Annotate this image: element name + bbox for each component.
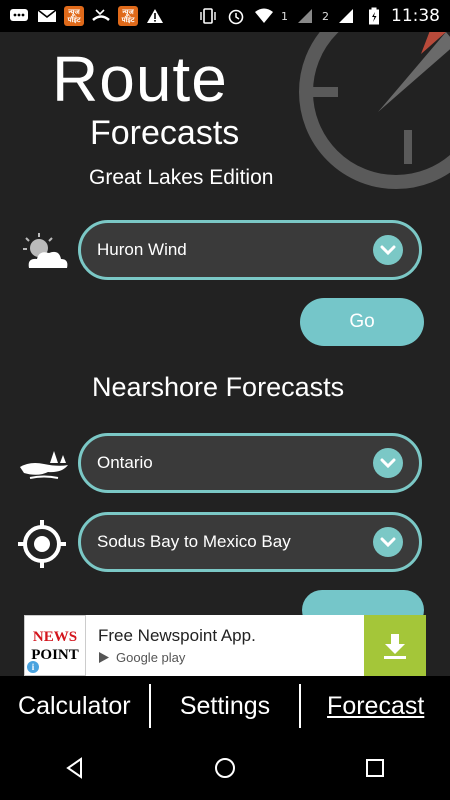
alarm-icon xyxy=(225,7,247,25)
missed-call-icon xyxy=(90,7,112,25)
partly-cloudy-icon xyxy=(20,230,72,274)
chevron-down-icon xyxy=(373,527,403,557)
wifi-icon xyxy=(253,7,275,25)
lake-dropdown[interactable]: Ontario xyxy=(78,433,422,493)
download-icon xyxy=(384,633,406,659)
app-title-line2: Forecasts xyxy=(90,114,240,152)
google-play-icon xyxy=(99,652,109,663)
lake-icon xyxy=(18,444,70,488)
signal-icon xyxy=(335,7,357,25)
app-title: Route xyxy=(52,43,228,115)
tab-calculator[interactable]: Calculator xyxy=(0,684,149,728)
warning-icon xyxy=(144,7,166,25)
vibrate-icon xyxy=(197,7,219,25)
ad-text: Free Newspoint App. Google play xyxy=(86,626,364,665)
chat-icon xyxy=(8,7,30,25)
info-icon[interactable]: i xyxy=(27,661,39,673)
chevron-down-icon xyxy=(373,235,403,265)
newspoint-badge-icon: न्यूज पॉइंट xyxy=(64,6,84,26)
recents-icon xyxy=(366,759,384,777)
home-icon xyxy=(215,758,235,778)
home-button[interactable] xyxy=(195,738,255,798)
mail-icon xyxy=(36,7,58,25)
lake-dropdown-value: Ontario xyxy=(97,453,153,472)
back-button[interactable] xyxy=(45,738,105,798)
newspoint-logo: NEWS POINT i xyxy=(24,615,86,676)
status-bar: न्यूज पॉइंट न्यूज पॉइंट 1 2 11:38 xyxy=(0,0,450,32)
zone-dropdown-value: Sodus Bay to Mexico Bay xyxy=(97,532,291,551)
nearshore-title: Nearshore Forecasts xyxy=(92,372,345,402)
chevron-down-icon xyxy=(373,448,403,478)
bottom-tab-bar: Calculator Settings Forecast xyxy=(0,676,450,736)
back-icon xyxy=(66,757,82,779)
location-target-icon xyxy=(16,520,68,568)
recents-button[interactable] xyxy=(345,738,405,798)
zone-dropdown[interactable]: Sodus Bay to Mexico Bay xyxy=(78,512,422,572)
system-nav-bar xyxy=(0,736,450,800)
app-content: Route Forecasts Great Lakes Edition Huro… xyxy=(0,32,450,676)
tab-forecast[interactable]: Forecast xyxy=(301,684,450,728)
ad-title: Free Newspoint App. xyxy=(98,626,256,645)
clock: 11:38 xyxy=(391,6,440,26)
route-dropdown[interactable]: Huron Wind xyxy=(78,220,422,280)
sim2-label: 2 xyxy=(322,9,329,23)
app-subtitle: Great Lakes Edition xyxy=(89,166,274,189)
route-dropdown-value: Huron Wind xyxy=(97,240,187,259)
ad-store: Google play xyxy=(98,650,364,665)
go-button[interactable]: Go xyxy=(300,298,424,346)
signal-icon xyxy=(294,7,316,25)
tab-settings[interactable]: Settings xyxy=(151,684,300,728)
newspoint-badge-icon: न्यूज पॉइंट xyxy=(118,6,138,26)
compass-icon xyxy=(299,32,450,189)
battery-icon xyxy=(363,7,385,25)
sim1-label: 1 xyxy=(281,9,288,23)
download-button[interactable] xyxy=(364,615,426,676)
ad-banner[interactable]: NEWS POINT i Free Newspoint App. Google … xyxy=(24,615,426,676)
